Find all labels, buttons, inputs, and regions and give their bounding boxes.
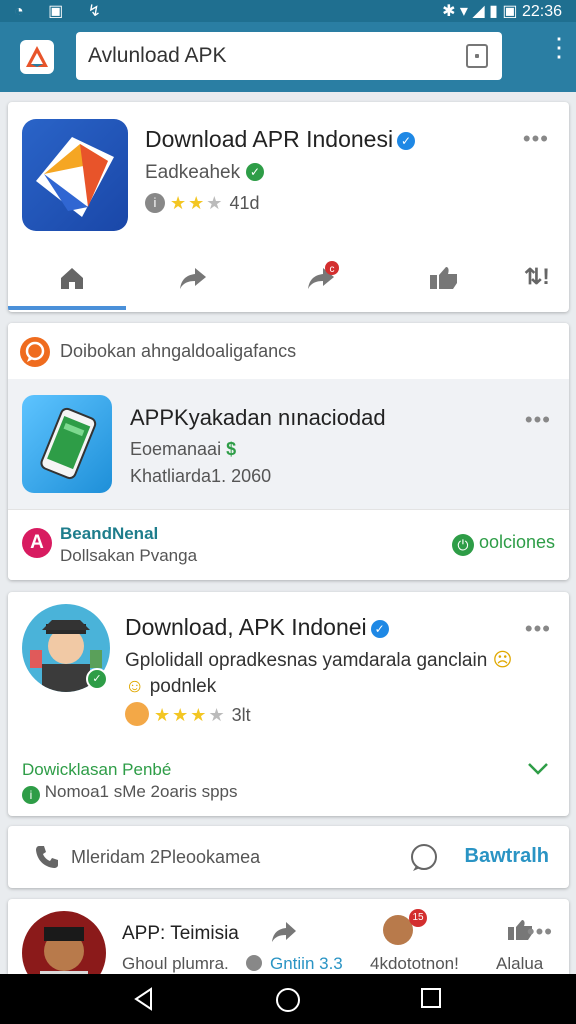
- emoji-icon: ☺: [125, 676, 145, 697]
- phone-icon[interactable]: [34, 844, 60, 875]
- lock-icon: A: [22, 528, 52, 558]
- publisher-title: Download, APK Indonei: [125, 614, 367, 640]
- contact-card[interactable]: Mleridam 2Pleookamea Bawtralh: [8, 826, 569, 888]
- more-options-icon[interactable]: •••: [525, 407, 551, 433]
- tab-indicator: [8, 306, 126, 310]
- status-icons-right: ✱ ▾ ◢ ▮ ▣ 22:36: [442, 3, 562, 20]
- action-bar: c ⇅!: [8, 242, 569, 312]
- card-header-title: Doibokan ahngaldoaligafancs: [60, 341, 297, 361]
- verified-badge-icon: ✓: [370, 620, 389, 638]
- overflow-menu-icon[interactable]: ⋮: [546, 34, 572, 72]
- card-header: Doibokan ahngaldoaligafancs: [8, 323, 569, 379]
- rating-stars: ★★★: [170, 193, 225, 213]
- like-icon[interactable]: [428, 264, 460, 297]
- more-options-icon[interactable]: •••: [523, 126, 549, 152]
- compare-icon[interactable]: ⇅!: [524, 264, 550, 290]
- power-icon: ⏻: [451, 534, 474, 556]
- app-title: APP: Teimisia: [122, 923, 239, 944]
- options-label: oolciones: [478, 532, 555, 552]
- notification-icon[interactable]: c: [306, 260, 340, 297]
- card-footer: A BeandNenal Dollsakan Pvanga ⏻ oolcione…: [8, 509, 569, 580]
- description-line1: Gplolidall opradkesnas yamdarala ganclai…: [125, 650, 488, 671]
- download-link[interactable]: Dowicklasan Penbé: [22, 760, 171, 780]
- comment-icon: [246, 955, 262, 971]
- contact-label: Mleridam 2Pleookamea: [71, 847, 261, 867]
- verified-check-icon: ✓: [246, 163, 265, 181]
- home-button-icon[interactable]: [275, 987, 301, 1013]
- svg-text:c: c: [330, 264, 335, 275]
- app-icon[interactable]: [22, 395, 112, 493]
- card-subtext-1: Ghoul plumra.: [122, 954, 229, 973]
- recommended-app[interactable]: APPKyakadan nınaciodad Eoemanaai $ Khatl…: [8, 379, 569, 509]
- footer-subtitle: Dollsakan Pvanga: [60, 546, 198, 565]
- footer-title: BeandNenal: [60, 524, 159, 543]
- app-bar: ⋮: [0, 22, 576, 92]
- share-icon[interactable]: [178, 264, 208, 297]
- system-navigation-bar: [0, 974, 576, 1024]
- chevron-down-icon[interactable]: [527, 762, 549, 781]
- options-button[interactable]: ⏻ oolciones: [451, 532, 555, 556]
- chat-bubble-icon: [20, 337, 50, 367]
- app-logo-icon[interactable]: [20, 40, 54, 74]
- app-developer: Eadkeahek: [145, 162, 241, 183]
- publisher-card[interactable]: ✓ Download, APK Indonei ✓ Gplolidall opra…: [8, 592, 569, 816]
- app-icon[interactable]: [22, 119, 128, 231]
- scan-icon[interactable]: [466, 44, 488, 68]
- emoji-icon: ☹: [492, 650, 513, 671]
- contact-action[interactable]: Bawtralh: [465, 845, 549, 868]
- app-developer: Eoemanaai: [130, 439, 222, 459]
- back-icon[interactable]: [132, 987, 156, 1011]
- info-icon[interactable]: i: [145, 193, 165, 213]
- recommendation-card[interactable]: Doibokan ahngaldoaligafancs APPKyakadan …: [8, 323, 569, 580]
- home-icon[interactable]: [58, 264, 86, 297]
- info-icon: i: [22, 786, 40, 804]
- more-options-icon[interactable]: •••: [525, 616, 551, 642]
- user-avatar-icon: [125, 702, 149, 726]
- price-icon: $: [226, 439, 237, 459]
- rating-stars: ★★★★: [154, 705, 227, 725]
- user-avatar[interactable]: [22, 911, 106, 974]
- card-subtext-4: Alalua: [496, 954, 544, 973]
- more-options-icon[interactable]: •••: [527, 919, 553, 945]
- status-bar: ◔ ▣ ↯ ✱ ▾ ◢ ▮ ▣ 22:36: [0, 0, 576, 22]
- avatar-badge-icon: ✓: [86, 668, 108, 690]
- app-meta: Khatliarda1. 2060: [130, 466, 272, 486]
- rating-count: 3lt: [231, 705, 251, 725]
- search-box[interactable]: [76, 32, 502, 80]
- card-subtext-3: 4kdototnon!: [370, 954, 459, 973]
- chat-icon[interactable]: [408, 842, 440, 879]
- description-line2: podnlek: [149, 676, 217, 697]
- card-subtext-2: Gntiin 3.3: [270, 954, 343, 973]
- app-card-main[interactable]: Download APR Indonesi ✓ Eadkeahek ✓ i ★★★ …: [8, 102, 569, 312]
- notification-badge: 15: [409, 909, 427, 927]
- download-subtext: Nomoa1 sMe 2oaris spps: [44, 782, 238, 801]
- verified-badge-icon: ✓: [397, 132, 416, 150]
- rating-count: 41d: [229, 193, 260, 213]
- app-title: APPKyakadan nınaciodad: [130, 405, 386, 430]
- app-title: Download APR Indonesi: [145, 126, 394, 152]
- share-icon[interactable]: [270, 919, 298, 950]
- app-card-partial[interactable]: APP: Teimisia 15 ••• Ghoul plumra. Gntii…: [8, 899, 569, 974]
- status-icons-left: ◔ ▣ ↯: [14, 3, 112, 20]
- publisher-description: Gplolidall opradkesnas yamdarala ganclai…: [125, 648, 545, 700]
- search-input[interactable]: [88, 44, 448, 68]
- status-time: 22:36: [521, 3, 562, 20]
- recents-icon[interactable]: [420, 987, 444, 1011]
